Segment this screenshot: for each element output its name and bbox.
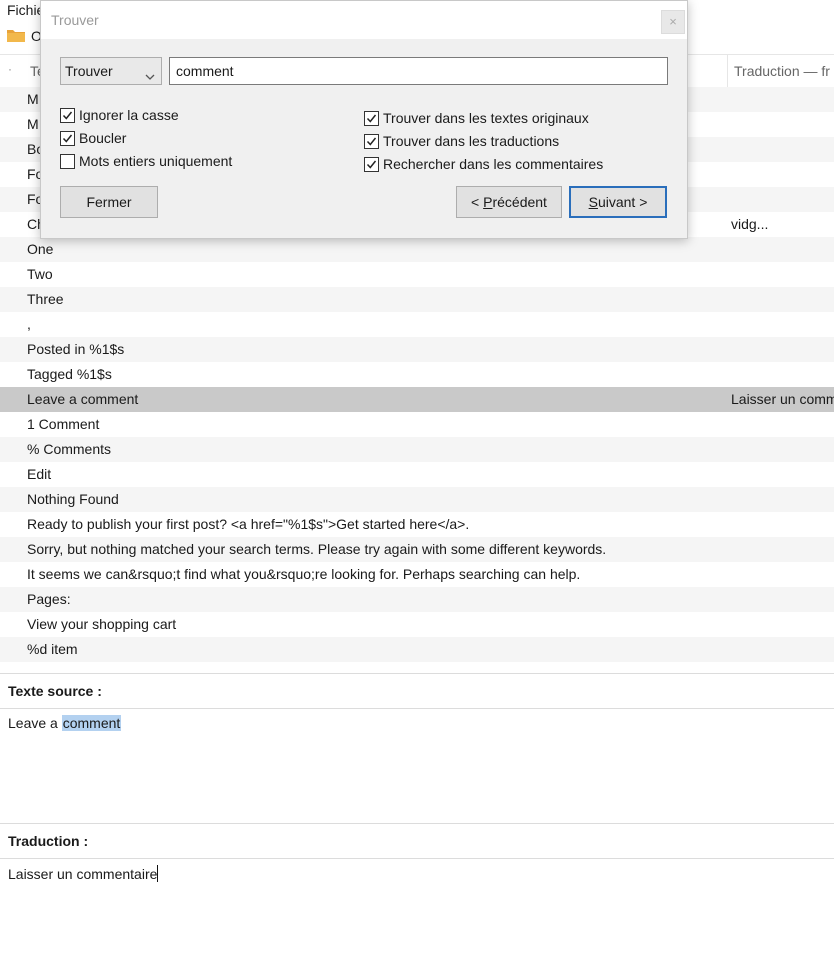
list-row[interactable]: Two (0, 262, 834, 287)
row-source-text: It seems we can&rsquo;t find what you&rs… (27, 566, 581, 582)
row-source-text: Nothing Found (27, 491, 119, 507)
previous-button[interactable]: < Précédent (456, 186, 562, 218)
option-checkbox[interactable]: Rechercher dans les commentaires (364, 154, 603, 174)
header-status-column[interactable]: · (8, 62, 12, 76)
option-label: Mots entiers uniquement (79, 153, 233, 169)
row-source-text: Sorry, but nothing matched your search t… (27, 541, 607, 557)
list-row[interactable]: Edit (0, 462, 834, 487)
source-text-plain: Leave a (8, 715, 62, 731)
find-mode-value: Trouver (65, 63, 113, 79)
list-row[interactable]: , (0, 312, 834, 337)
list-row[interactable]: One (0, 237, 834, 262)
previous-label: récédent (492, 194, 547, 210)
list-row[interactable]: Three (0, 287, 834, 312)
header-translation-column[interactable]: Traduction — fr (734, 63, 830, 79)
find-mode-dropdown[interactable]: Trouver (60, 57, 162, 85)
row-source-text: Two (27, 266, 53, 282)
option-label: Rechercher dans les commentaires (383, 156, 604, 172)
option-label: Trouver dans les traductions (383, 133, 560, 149)
list-row[interactable]: 1 Comment (0, 412, 834, 437)
previous-prefix: < (471, 194, 484, 210)
search-input[interactable] (169, 57, 668, 85)
row-source-text: View your shopping cart (27, 616, 177, 632)
list-row[interactable]: Sorry, but nothing matched your search t… (0, 537, 834, 562)
next-accel: S (588, 194, 598, 210)
next-button[interactable]: Suivant > (569, 186, 667, 218)
divider (0, 708, 834, 709)
find-dialog: Trouver × Trouver Ignorer la casse Boucle… (40, 0, 688, 239)
option-label: Trouver dans les textes originaux (383, 110, 589, 126)
translation-pane-label: Traduction : (8, 833, 89, 849)
row-source-text: Three (27, 291, 64, 307)
divider (0, 858, 834, 859)
row-source-text: Tagged %1$s (27, 366, 112, 382)
search-match-highlight: comment (61, 715, 122, 731)
list-row[interactable]: Pages: (0, 587, 834, 612)
list-row[interactable]: Posted in %1$s (0, 337, 834, 362)
row-translation-text: vidg... (731, 216, 769, 232)
checkbox-checked-icon[interactable] (60, 130, 75, 146)
next-label: uivant > (597, 194, 648, 210)
row-source-text: Edit (27, 466, 52, 482)
source-pane-label: Texte source : (8, 683, 102, 699)
translation-editor[interactable]: Laisser un commentaire (8, 865, 159, 882)
divider (0, 823, 834, 824)
row-source-text: % Comments (27, 441, 112, 457)
row-source-text: M (27, 91, 39, 107)
checkbox-unchecked-icon[interactable] (60, 153, 75, 169)
row-source-text: Ready to publish your first post? <a hre… (27, 516, 470, 532)
close-icon[interactable]: × (661, 10, 685, 34)
row-source-text: %d item (27, 641, 78, 657)
row-source-text: Pages: (27, 591, 71, 607)
row-source-text: , (27, 316, 31, 332)
option-checkbox[interactable]: Mots entiers uniquement (60, 151, 232, 171)
row-source-text: Leave a comment (27, 391, 139, 407)
list-row[interactable]: Tagged %1$s (0, 362, 834, 387)
option-checkbox[interactable]: Ignorer la casse (60, 105, 179, 125)
dialog-titlebar[interactable]: Trouver × (41, 1, 687, 39)
checkbox-checked-icon[interactable] (364, 110, 379, 126)
close-button[interactable]: Fermer (60, 186, 158, 218)
list-row[interactable]: View your shopping cart (0, 612, 834, 637)
list-row[interactable]: Leave a comment Laisser un comm (0, 387, 834, 412)
list-row[interactable]: It seems we can&rsquo;t find what you&rs… (0, 562, 834, 587)
option-checkbox[interactable]: Trouver dans les traductions (364, 131, 559, 151)
row-source-text: 1 Comment (27, 416, 100, 432)
translation-text: Laisser un commentaire (8, 866, 158, 882)
option-checkbox[interactable]: Boucler (60, 128, 126, 148)
checkbox-checked-icon[interactable] (60, 107, 75, 123)
row-source-text: One (27, 241, 54, 257)
text-caret (157, 865, 159, 882)
option-checkbox[interactable]: Trouver dans les textes originaux (364, 108, 589, 128)
header-divider (727, 55, 728, 88)
folder-icon[interactable] (7, 28, 25, 42)
row-source-text: M (27, 116, 39, 132)
list-row[interactable]: Ready to publish your first post? <a hre… (0, 512, 834, 537)
option-label: Boucler (79, 130, 127, 146)
checkbox-checked-icon[interactable] (364, 133, 379, 149)
list-row[interactable]: Nothing Found (0, 487, 834, 512)
list-row[interactable]: %d item (0, 637, 834, 662)
checkbox-checked-icon[interactable] (364, 156, 379, 172)
option-label: Ignorer la casse (79, 107, 179, 123)
list-row[interactable]: % Comments (0, 437, 834, 462)
divider (0, 673, 834, 674)
source-text[interactable]: Leave a comment (8, 715, 122, 731)
chevron-down-icon (145, 67, 155, 80)
row-translation-text: Laisser un comm (731, 391, 834, 407)
dialog-title: Trouver (51, 12, 99, 28)
row-source-text: Posted in %1$s (27, 341, 125, 357)
